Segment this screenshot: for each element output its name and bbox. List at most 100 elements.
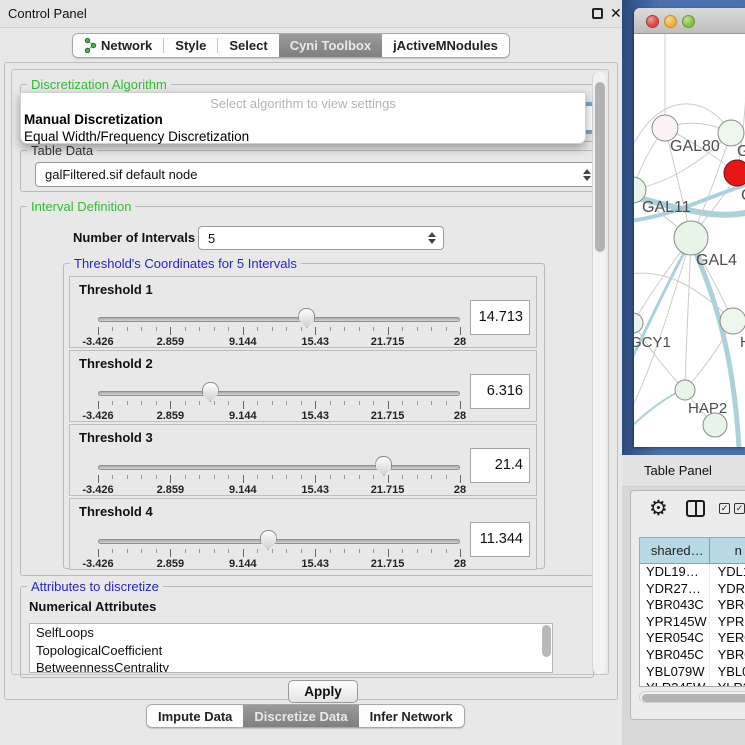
table-row[interactable]: YBR045CYBR0 (640, 647, 745, 664)
slider-tick (170, 475, 171, 483)
algorithm-option-manual[interactable]: Manual Discretization (21, 111, 585, 128)
slider-tick-label: 9.144 (229, 484, 257, 496)
threshold-value-field[interactable]: 6.316 (470, 374, 530, 409)
slider-tick-labels: -3.4262.8599.14415.4321.71528 (98, 484, 460, 496)
float-window-icon[interactable] (592, 8, 603, 19)
table-row[interactable]: YDR27…YDR2 (640, 581, 745, 598)
slider-thumb[interactable] (202, 382, 219, 402)
slider-thumb[interactable] (298, 308, 315, 328)
table-row[interactable]: YPR145WYPR1 (640, 614, 745, 631)
num-intervals-combobox[interactable]: 5 (198, 226, 444, 250)
slider-track[interactable] (98, 391, 460, 396)
threshold-value-field[interactable]: 14.713 (470, 300, 530, 335)
slider-track[interactable] (98, 465, 460, 470)
panel-scrollbar-thumb[interactable] (595, 82, 605, 252)
numerical-attributes-list[interactable]: SelfLoopsTopologicalCoefficientBetweenne… (29, 623, 553, 673)
mac-minimize-button[interactable] (664, 15, 677, 28)
attribute-list-item[interactable]: TopologicalCoefficient (30, 642, 552, 660)
slider-tick (388, 401, 389, 409)
slider-tick-label: 21.715 (371, 410, 405, 422)
slider-tick (214, 549, 215, 553)
table-data-combobox[interactable]: galFiltered.sif default node (35, 162, 599, 187)
bottom-tab-impute-data[interactable]: Impute Data (147, 705, 243, 727)
slider-tick (127, 327, 128, 331)
network-node[interactable] (634, 313, 643, 333)
slider-tick-labels: -3.4262.8599.14415.4321.71528 (98, 410, 460, 422)
slider-tick (286, 401, 287, 405)
attribute-list-item[interactable]: SelfLoops (30, 624, 552, 642)
split-columns-icon[interactable] (686, 500, 705, 517)
slider-tick (98, 475, 99, 483)
slider-tick (460, 327, 461, 335)
table-hscrollbar-track[interactable] (639, 691, 745, 703)
table-row[interactable]: YLR345WYLR3 (640, 680, 745, 687)
slider-track[interactable] (98, 539, 460, 544)
threshold-value-field[interactable]: 21.4 (470, 448, 530, 483)
network-node[interactable] (720, 308, 745, 334)
slider-tick (214, 401, 215, 405)
network-node[interactable] (675, 380, 695, 400)
table-cell: YBL0 (710, 664, 745, 681)
slider-ticks (98, 401, 460, 410)
bottom-tab-discretize-data[interactable]: Discretize Data (243, 705, 358, 727)
gear-icon[interactable]: ⚙ (649, 496, 668, 521)
slider-tick (301, 549, 302, 553)
slider-tick-label: 9.144 (229, 410, 257, 422)
threshold-panel-1: Threshold 1-3.4262.8599.14415.4321.71528… (69, 276, 537, 348)
network-edge-highlighted[interactable] (634, 390, 682, 429)
table-row[interactable]: YBR043CYBR0 (640, 597, 745, 614)
mac-close-button[interactable] (646, 15, 659, 28)
slider-tick (214, 475, 215, 479)
panel-scrollbar-track[interactable] (592, 72, 606, 674)
slider-tick (185, 327, 186, 331)
slider-tick (286, 475, 287, 479)
table-row[interactable]: YBL079WYBL0 (640, 664, 745, 681)
checkbox-checked-icon[interactable]: ✓ (734, 503, 745, 514)
slider-tick-label: 2.859 (157, 336, 185, 348)
slider-tick (156, 401, 157, 405)
table-column-header[interactable]: shared… (640, 538, 710, 563)
slider-tick-label: -3.426 (82, 410, 113, 422)
slider-thumb[interactable] (260, 530, 277, 550)
list-scrollbar[interactable] (542, 625, 551, 657)
tab-cyni-toolbox[interactable]: Cyni Toolbox (279, 34, 382, 57)
network-node[interactable] (724, 160, 745, 186)
threshold-value-field[interactable]: 11.344 (470, 522, 530, 557)
slider-track[interactable] (98, 317, 460, 322)
tab-network[interactable]: Network (73, 34, 163, 57)
bottom-tab-infer-network[interactable]: Infer Network (359, 705, 464, 727)
slider-tick (344, 549, 345, 553)
algorithm-option-equal-width[interactable]: Equal Width/Frequency Discretization (21, 128, 585, 145)
table-cell: YBR043C (640, 597, 710, 614)
tab-jactivemnodules[interactable]: jActiveMNodules (382, 34, 509, 57)
slider-tick-label: 2.859 (157, 484, 185, 496)
checkbox-checked-icon[interactable]: ✓ (719, 503, 730, 514)
table-row[interactable]: YER054CYER0 (640, 630, 745, 647)
control-panel-window: Control Panel ✕ NetworkStyleSelectCyni T… (0, 0, 622, 745)
table-row[interactable]: YDL19…YDL1 (640, 564, 745, 581)
close-icon[interactable]: ✕ (610, 5, 622, 22)
apply-button[interactable]: Apply (288, 680, 358, 703)
attribute-list-item[interactable]: BetweennessCentrality (30, 659, 552, 673)
slider-tick (460, 401, 461, 409)
thresholds-group-title: Threshold's Coordinates for 5 Intervals (70, 256, 301, 271)
slider-tick (185, 475, 186, 479)
table-hscrollbar-thumb[interactable] (642, 694, 745, 702)
slider-thumb[interactable] (375, 456, 392, 476)
tab-select[interactable]: Select (218, 34, 278, 57)
table-cell: YLR345W (640, 680, 710, 687)
slider-tick (112, 475, 113, 479)
slider-tick-label: 28 (454, 558, 466, 570)
mac-zoom-button[interactable] (682, 15, 695, 28)
slider-tick-label: 9.144 (229, 558, 257, 570)
network-edge[interactable] (685, 238, 691, 390)
table-panel: ⚙ ✓ ✓ shared…n YDL19…YDL1YDR27…YDR2YBR04… (630, 490, 745, 720)
network-node[interactable] (674, 221, 708, 255)
slider-tick (98, 549, 99, 557)
table-cell: YPR145W (640, 614, 710, 631)
table-column-header[interactable]: n (710, 538, 745, 563)
network-canvas[interactable]: GAL80GACGAL11GAL4GCY1HHAP2 (634, 34, 745, 447)
slider-ticks (98, 549, 460, 558)
tab-style[interactable]: Style (164, 34, 217, 57)
slider-tick (199, 549, 200, 553)
